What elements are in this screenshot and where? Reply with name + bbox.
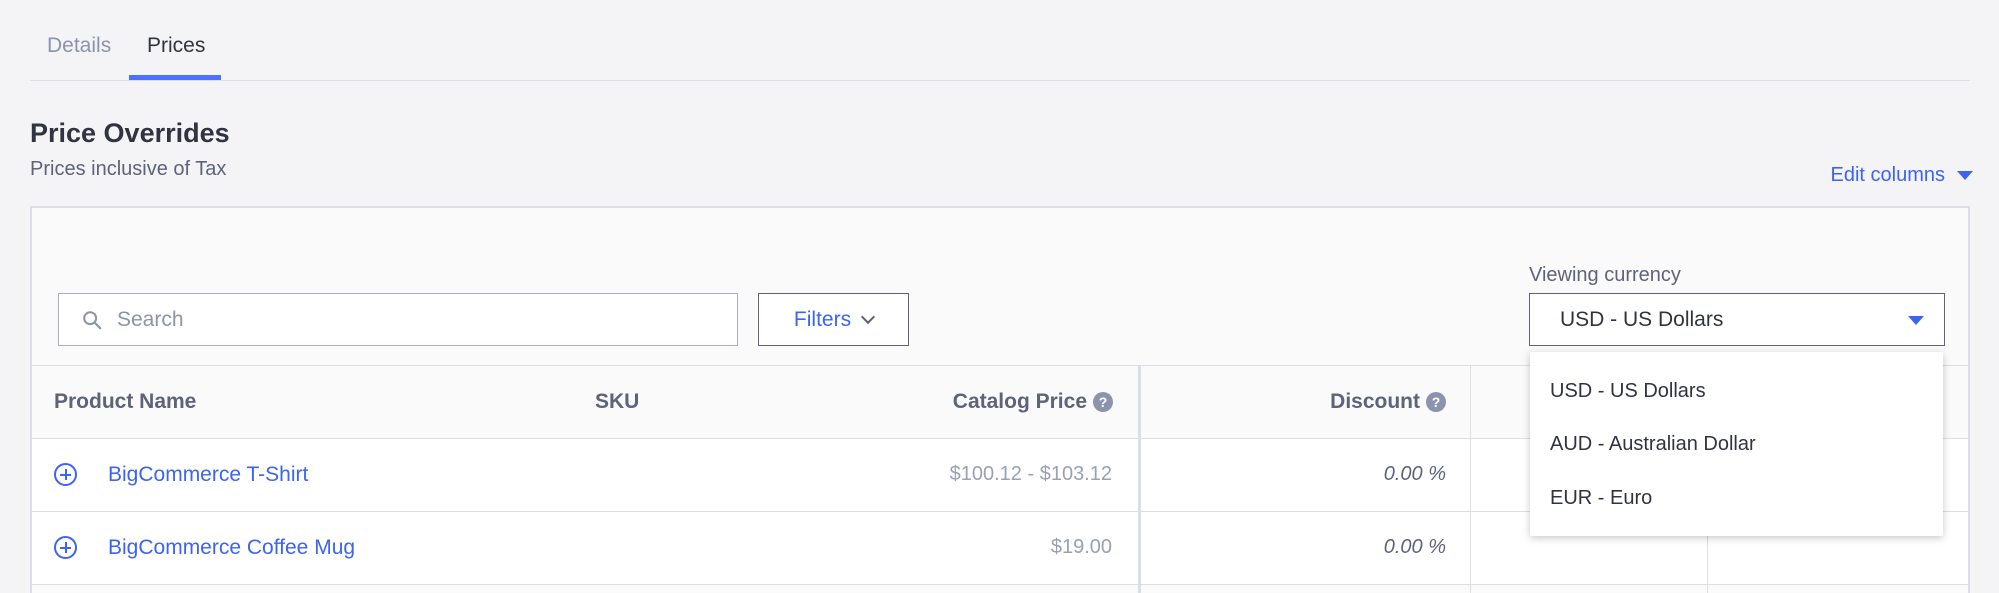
column-header-product-name[interactable]: Product Name	[54, 390, 196, 414]
tab-prices[interactable]: Prices	[147, 34, 205, 58]
currency-option-eur[interactable]: EUR - Euro	[1550, 487, 1652, 510]
help-icon[interactable]: ?	[1426, 392, 1446, 413]
tab-bar: Details Prices	[30, 0, 1970, 81]
expand-row-icon[interactable]	[54, 536, 77, 559]
product-name-link[interactable]: BigCommerce T-Shirt	[108, 463, 308, 487]
search-input[interactable]	[117, 307, 677, 332]
page-subtitle: Prices inclusive of Tax	[30, 158, 227, 180]
tab-details[interactable]: Details	[47, 34, 111, 58]
column-header-discount[interactable]: Discount?	[1330, 390, 1446, 414]
expand-row-icon[interactable]	[54, 463, 77, 486]
product-name-link[interactable]: BigCommerce Coffee Mug	[108, 536, 355, 560]
discount-value: 0.00 %	[1383, 463, 1446, 485]
help-icon[interactable]: ?	[1093, 392, 1113, 413]
discount-label: Discount	[1330, 390, 1420, 413]
catalog-price-value: $19.00	[1050, 536, 1112, 558]
viewing-currency-label: Viewing currency	[1529, 264, 1681, 286]
currency-option-aud[interactable]: AUD - Australian Dollar	[1550, 433, 1756, 456]
caret-down-icon	[1957, 171, 1973, 180]
catalog-price-value: $100.12 - $103.12	[949, 463, 1112, 485]
edit-columns-button[interactable]: Edit columns	[1830, 164, 1973, 187]
chevron-down-icon	[861, 309, 876, 324]
column-divider	[1470, 365, 1471, 593]
edit-columns-label: Edit columns	[1830, 164, 1946, 186]
catalog-price-label: Catalog Price	[952, 390, 1087, 413]
currency-dropdown-menu: USD - US Dollars AUD - Australian Dollar…	[1530, 352, 1943, 536]
active-tab-indicator	[129, 75, 221, 80]
discount-value: 0.00 %	[1383, 536, 1446, 558]
currency-select-value: USD - US Dollars	[1560, 307, 1724, 331]
currency-option-usd[interactable]: USD - US Dollars	[1550, 380, 1706, 403]
column-divider	[1138, 365, 1141, 593]
search-icon	[83, 310, 102, 329]
column-header-catalog-price[interactable]: Catalog Price?	[953, 390, 1113, 414]
caret-down-icon	[1908, 316, 1924, 325]
currency-select[interactable]: USD - US Dollars	[1529, 293, 1945, 346]
filters-button[interactable]: Filters	[758, 293, 909, 346]
filters-label: Filters	[793, 307, 852, 331]
column-header-sku[interactable]: SKU	[595, 390, 639, 414]
page-title: Price Overrides	[30, 118, 230, 148]
search-box[interactable]	[58, 293, 738, 346]
